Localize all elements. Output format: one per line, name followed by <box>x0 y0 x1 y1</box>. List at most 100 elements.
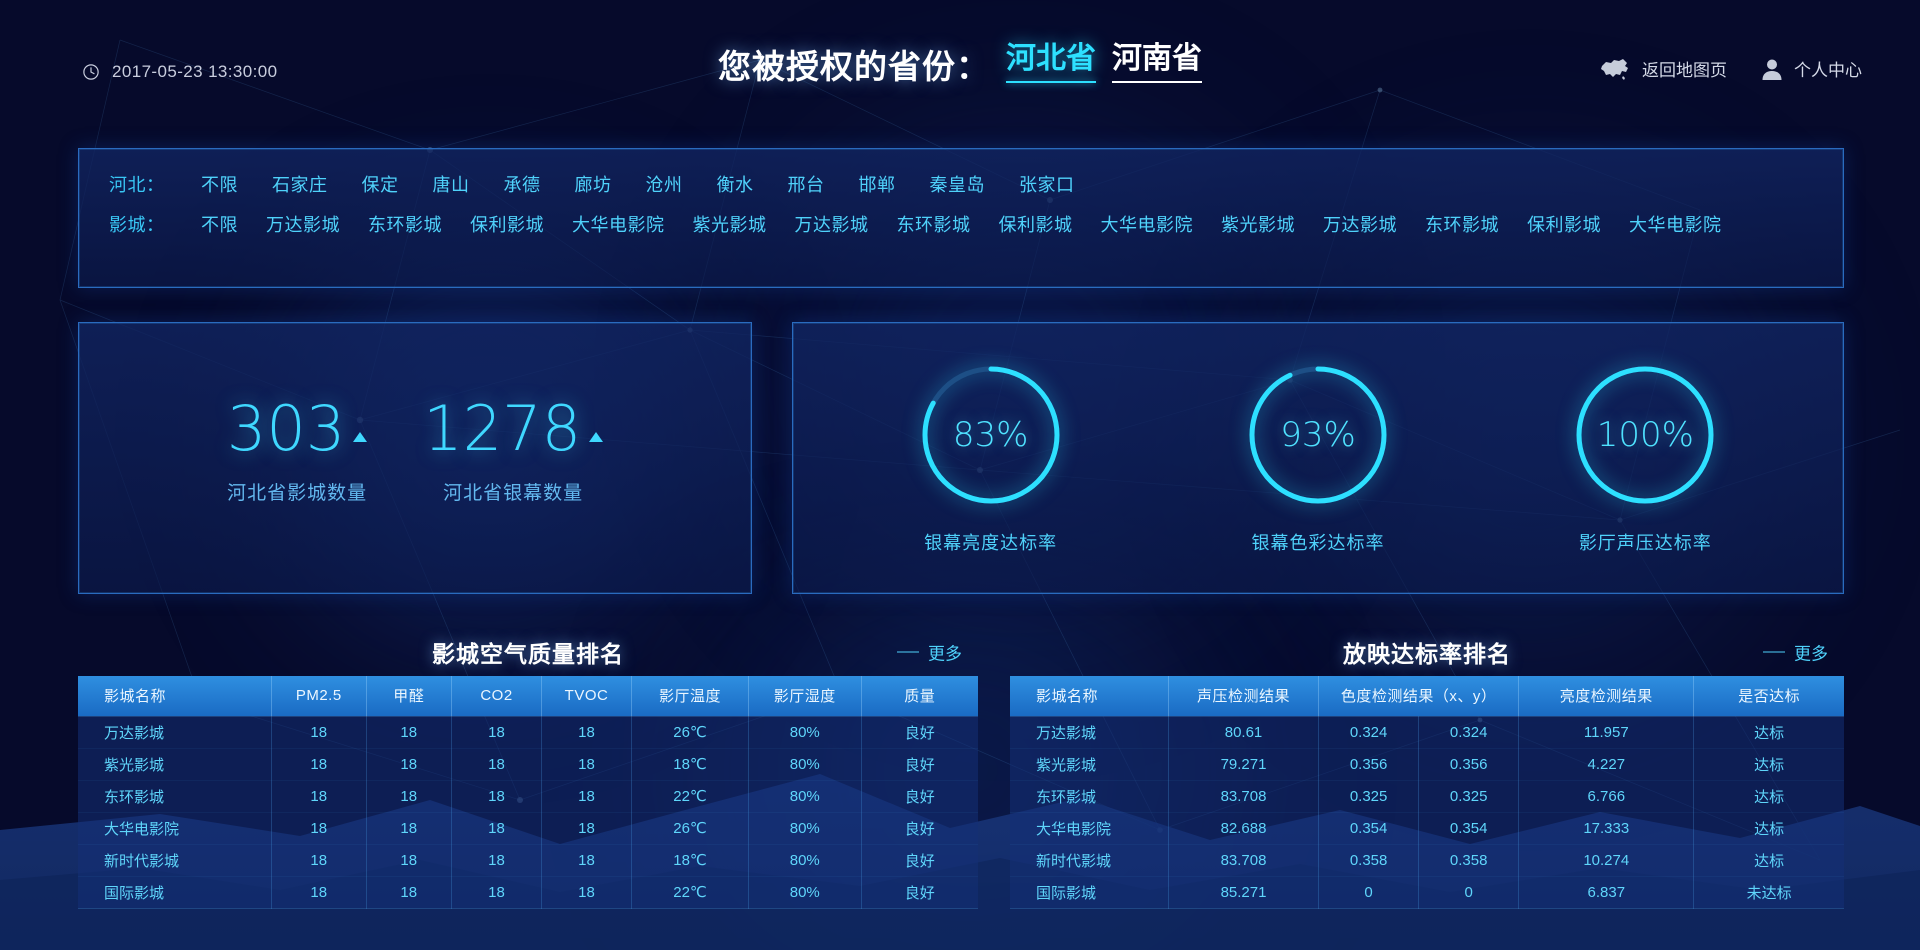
table-row[interactable]: 万达影城 80.61 0.324 0.324 11.957 达标 <box>1010 715 1844 749</box>
back-to-map-label: 返回地图页 <box>1642 61 1727 80</box>
filter-option-cinema[interactable]: 保利影城 <box>470 211 544 237</box>
cell-chroma-x: 0.354 <box>1318 812 1420 845</box>
province-tab-hebei[interactable]: 河北省 <box>1006 44 1096 83</box>
cell-humidity: 80% <box>748 876 862 909</box>
cell-temperature: 18℃ <box>631 748 749 781</box>
cell-pm25: 18 <box>271 715 367 749</box>
filter-option-city[interactable]: 衡水 <box>717 171 754 197</box>
cell-humidity: 80% <box>748 748 862 781</box>
cell-quality: 良好 <box>861 748 978 781</box>
filter-option-cinema[interactable]: 紫光影城 <box>693 211 767 237</box>
filter-option-cinema[interactable]: 不限 <box>201 211 238 237</box>
cell-chroma-y: 0 <box>1418 876 1520 909</box>
gauge-label: 银幕色彩达标率 <box>1251 533 1385 553</box>
user-icon <box>1762 59 1782 80</box>
column-header[interactable]: 色度检测结果（x、y） <box>1318 676 1520 716</box>
filter-option-city[interactable]: 邢台 <box>788 171 825 197</box>
back-to-map-button[interactable]: 返回地图页 <box>1599 56 1727 81</box>
cell-compliance: 达标 <box>1693 844 1844 877</box>
filter-option-cinema[interactable]: 万达影城 <box>795 211 869 237</box>
filter-option-city[interactable]: 沧州 <box>646 171 683 197</box>
province-tab-henan[interactable]: 河南省 <box>1112 44 1202 83</box>
table-row[interactable]: 国际影城 18 18 18 18 22℃ 80% 良好 <box>78 876 978 909</box>
table-row[interactable]: 东环影城 83.708 0.325 0.325 6.766 达标 <box>1010 780 1844 813</box>
filter-option-city[interactable]: 张家口 <box>1019 171 1075 197</box>
table-row[interactable]: 新时代影城 83.708 0.358 0.358 10.274 达标 <box>1010 844 1844 877</box>
user-center-label: 个人中心 <box>1794 61 1862 80</box>
filter-option-cinema[interactable]: 紫光影城 <box>1221 211 1295 237</box>
filter-option-cinema[interactable]: 大华电影院 <box>572 211 665 237</box>
cell-pm25: 18 <box>271 876 367 909</box>
cell-brightness: 4.227 <box>1518 748 1695 781</box>
cell-cinema-name: 紫光影城 <box>78 748 272 781</box>
filter-option-cinema[interactable]: 东环影城 <box>368 211 442 237</box>
cell-humidity: 80% <box>748 715 862 749</box>
table-row[interactable]: 紫光影城 18 18 18 18 18℃ 80% 良好 <box>78 748 978 781</box>
cell-tvoc: 18 <box>541 748 632 781</box>
cell-pm25: 18 <box>271 780 367 813</box>
column-header[interactable]: 甲醛 <box>366 676 452 716</box>
cell-compliance: 达标 <box>1693 715 1844 749</box>
gauge-color: 93% 银幕色彩达标率 <box>1244 361 1392 555</box>
air-quality-more-link[interactable]: 更多 <box>897 640 962 665</box>
filter-option-city[interactable]: 不限 <box>201 171 238 197</box>
filter-option-cinema[interactable]: 东环影城 <box>897 211 971 237</box>
cell-tvoc: 18 <box>541 715 632 749</box>
column-header[interactable]: 质量 <box>861 676 978 716</box>
cell-chroma-y: 0.354 <box>1418 812 1520 845</box>
column-header[interactable]: 影厅温度 <box>631 676 749 716</box>
cell-chroma-x: 0.356 <box>1318 748 1420 781</box>
table-header-row: 影城名称 PM2.5 甲醛 CO2 TVOC 影厅温度 影厅湿度 质量 <box>78 676 978 716</box>
filter-option-city[interactable]: 唐山 <box>433 171 470 197</box>
column-header[interactable]: CO2 <box>451 676 542 716</box>
column-header[interactable]: TVOC <box>541 676 632 716</box>
stat-value-wrap: 1278 <box>423 397 604 460</box>
filter-option-city[interactable]: 石家庄 <box>272 171 328 197</box>
filter-option-cinema[interactable]: 大华电影院 <box>1629 211 1722 237</box>
column-header[interactable]: 亮度检测结果 <box>1518 676 1695 716</box>
filter-option-cinema[interactable]: 万达影城 <box>266 211 340 237</box>
table-row[interactable]: 万达影城 18 18 18 18 26℃ 80% 良好 <box>78 715 978 749</box>
table-row[interactable]: 国际影城 85.271 0 0 6.837 未达标 <box>1010 876 1844 909</box>
cell-sound-pressure: 80.61 <box>1168 715 1320 749</box>
filter-option-cinema[interactable]: 东环影城 <box>1425 211 1499 237</box>
filter-row-city: 河北： 不限 石家庄 保定 唐山 承德 廊坊 沧州 衡水 邢台 邯郸 秦皇岛 张… <box>109 171 1813 197</box>
column-header[interactable]: 声压检测结果 <box>1168 676 1320 716</box>
china-map-icon <box>1601 58 1628 80</box>
filter-option-cinema[interactable]: 保利影城 <box>1527 211 1601 237</box>
filter-option-cinema[interactable]: 万达影城 <box>1323 211 1397 237</box>
column-header[interactable]: 是否达标 <box>1693 676 1844 716</box>
table-row[interactable]: 大华电影院 18 18 18 18 26℃ 80% 良好 <box>78 812 978 845</box>
column-header[interactable]: 影厅湿度 <box>748 676 862 716</box>
cell-sound-pressure: 85.271 <box>1168 876 1320 909</box>
dash-icon <box>897 651 919 653</box>
filter-option-city[interactable]: 承德 <box>504 171 541 197</box>
trend-up-icon <box>589 431 604 442</box>
cell-humidity: 80% <box>748 844 862 877</box>
cell-chroma-y: 0.356 <box>1418 748 1520 781</box>
gauge-label: 银幕亮度达标率 <box>924 533 1058 553</box>
filter-option-cinema[interactable]: 保利影城 <box>999 211 1073 237</box>
cell-pm25: 18 <box>271 844 367 877</box>
table-row[interactable]: 新时代影城 18 18 18 18 18℃ 80% 良好 <box>78 844 978 877</box>
cell-formaldehyde: 18 <box>366 780 452 813</box>
filter-option-city[interactable]: 秦皇岛 <box>930 171 986 197</box>
table-row[interactable]: 紫光影城 79.271 0.356 0.356 4.227 达标 <box>1010 748 1844 781</box>
column-header[interactable]: 影城名称 <box>1010 676 1169 716</box>
user-center-button[interactable]: 个人中心 <box>1761 56 1862 81</box>
table-row[interactable]: 大华电影院 82.688 0.354 0.354 17.333 达标 <box>1010 812 1844 845</box>
cell-tvoc: 18 <box>541 844 632 877</box>
filter-option-city[interactable]: 廊坊 <box>575 171 612 197</box>
filter-option-city[interactable]: 保定 <box>362 171 399 197</box>
gauge-value: 100% <box>1596 415 1694 455</box>
column-header[interactable]: PM2.5 <box>271 676 367 716</box>
gauge-sound-pressure: 100% 影厅声压达标率 <box>1571 361 1719 555</box>
cell-formaldehyde: 18 <box>366 876 452 909</box>
column-header[interactable]: 影城名称 <box>78 676 272 716</box>
filter-options-city: 不限 石家庄 保定 唐山 承德 廊坊 沧州 衡水 邢台 邯郸 秦皇岛 张家口 <box>201 171 1109 197</box>
filter-option-cinema[interactable]: 大华电影院 <box>1101 211 1194 237</box>
table-row[interactable]: 东环影城 18 18 18 18 22℃ 80% 良好 <box>78 780 978 813</box>
screening-more-link[interactable]: 更多 <box>1763 640 1828 665</box>
stat-cinema-count: 303 河北省影城数量 <box>227 397 368 505</box>
filter-option-city[interactable]: 邯郸 <box>859 171 896 197</box>
